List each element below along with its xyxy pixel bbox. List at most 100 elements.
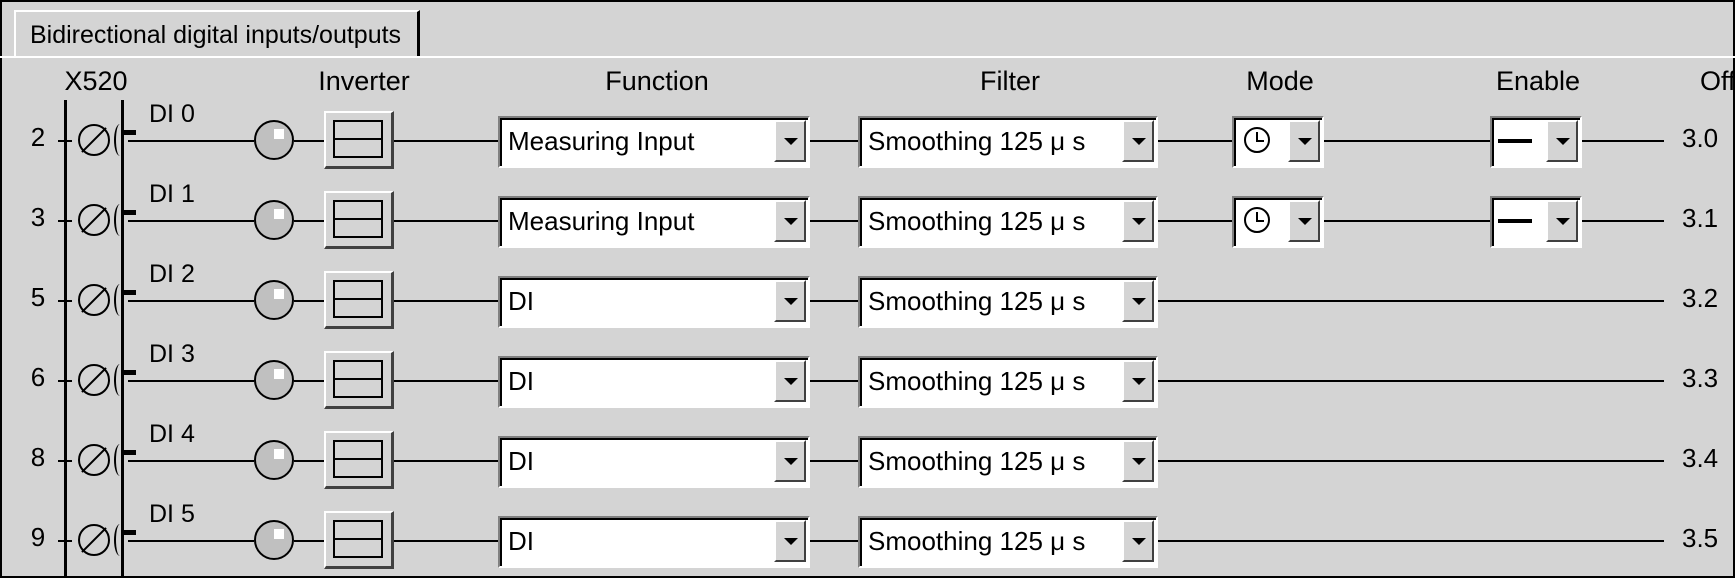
signal-wire xyxy=(1324,140,1490,142)
filter-dropdown[interactable]: Smoothing 125 μ s xyxy=(858,116,1158,168)
inverter-button[interactable] xyxy=(324,511,394,569)
signal-wire xyxy=(128,220,254,222)
pin-number: 3 xyxy=(30,202,46,232)
mode-dropdown[interactable] xyxy=(1232,196,1324,248)
signal-wire xyxy=(294,460,324,462)
signal-wire xyxy=(1324,220,1490,222)
offset-value: 3.3 xyxy=(1682,363,1719,393)
function-dropdown[interactable]: Measuring Input xyxy=(498,196,810,248)
signal-wire xyxy=(1158,460,1664,462)
chevron-down-icon[interactable] xyxy=(1288,120,1320,162)
filter-dropdown[interactable]: Smoothing 125 μ s xyxy=(858,356,1158,408)
offset-value: 3.0 xyxy=(1682,123,1719,153)
signal-wire xyxy=(294,300,324,302)
inverter-icon xyxy=(333,360,383,398)
io-row: 9 DI 5 DI Smoothing 125 μ s 3.5 xyxy=(0,0,1735,569)
clock-icon xyxy=(1244,127,1270,153)
function-dropdown[interactable]: DI xyxy=(498,276,810,328)
combo-inset xyxy=(500,438,808,486)
digital-io-panel: Bidirectional digital inputs/outputs X52… xyxy=(0,0,1735,578)
pin-wire xyxy=(58,460,72,462)
terminal-screw-icon xyxy=(78,364,110,396)
chevron-down-icon[interactable] xyxy=(774,280,806,322)
status-led-icon xyxy=(254,120,294,160)
signal-wire xyxy=(1582,140,1664,142)
signal-wire xyxy=(394,300,498,302)
terminal-contact-icon xyxy=(114,364,126,396)
chevron-down-icon[interactable] xyxy=(1546,200,1578,242)
status-led-icon xyxy=(254,200,294,240)
signal-wire xyxy=(810,460,858,462)
enable-dropdown[interactable] xyxy=(1490,196,1582,248)
function-value: DI xyxy=(508,286,534,316)
signal-wire xyxy=(394,460,498,462)
signal-wire xyxy=(128,140,254,142)
inverter-button[interactable] xyxy=(324,351,394,409)
function-value: DI xyxy=(508,366,534,396)
input-label: DI 5 xyxy=(149,500,195,528)
signal-wire xyxy=(1582,220,1664,222)
signal-wire xyxy=(394,140,498,142)
signal-wire xyxy=(810,300,858,302)
input-label: DI 0 xyxy=(149,100,195,128)
mode-dropdown[interactable] xyxy=(1232,116,1324,168)
pin-wire xyxy=(58,220,72,222)
inverter-button[interactable] xyxy=(324,191,394,249)
inverter-button[interactable] xyxy=(324,111,394,169)
signal-wire xyxy=(394,220,498,222)
connector-stub xyxy=(124,290,136,295)
function-value: Measuring Input xyxy=(508,126,695,156)
chevron-down-icon[interactable] xyxy=(1122,280,1154,322)
function-dropdown[interactable]: Measuring Input xyxy=(498,116,810,168)
signal-wire xyxy=(1158,540,1664,542)
signal-wire xyxy=(810,140,858,142)
chevron-down-icon[interactable] xyxy=(1122,360,1154,402)
combo-inset xyxy=(500,278,808,326)
connector-stub xyxy=(124,450,136,455)
filter-value: Smoothing 125 μ s xyxy=(868,526,1086,556)
chevron-down-icon[interactable] xyxy=(774,520,806,562)
inverter-icon xyxy=(333,120,383,158)
filter-dropdown[interactable]: Smoothing 125 μ s xyxy=(858,276,1158,328)
inverter-icon xyxy=(333,440,383,478)
signal-wire xyxy=(294,540,324,542)
signal-wire xyxy=(1158,140,1232,142)
enable-dropdown[interactable] xyxy=(1490,116,1582,168)
line-icon xyxy=(1498,139,1532,143)
chevron-down-icon[interactable] xyxy=(774,200,806,242)
chevron-down-icon[interactable] xyxy=(1288,200,1320,242)
filter-value: Smoothing 125 μ s xyxy=(868,446,1086,476)
chevron-down-icon[interactable] xyxy=(774,440,806,482)
chevron-down-icon[interactable] xyxy=(1546,120,1578,162)
function-dropdown[interactable]: DI xyxy=(498,356,810,408)
filter-value: Smoothing 125 μ s xyxy=(868,126,1086,156)
terminal-block-x520 xyxy=(64,100,124,578)
pin-number: 9 xyxy=(30,522,46,552)
combo-inset xyxy=(500,518,808,566)
filter-dropdown[interactable]: Smoothing 125 μ s xyxy=(858,196,1158,248)
inverter-button[interactable] xyxy=(324,271,394,329)
filter-dropdown[interactable]: Smoothing 125 μ s xyxy=(858,516,1158,568)
inverter-icon xyxy=(333,280,383,318)
offset-value: 3.1 xyxy=(1682,203,1719,233)
chevron-down-icon[interactable] xyxy=(774,360,806,402)
inverter-button[interactable] xyxy=(324,431,394,489)
terminal-contact-icon xyxy=(114,204,126,236)
function-dropdown[interactable]: DI xyxy=(498,516,810,568)
function-dropdown[interactable]: DI xyxy=(498,436,810,488)
chevron-down-icon[interactable] xyxy=(1122,520,1154,562)
chevron-down-icon[interactable] xyxy=(1122,120,1154,162)
filter-value: Smoothing 125 μ s xyxy=(868,366,1086,396)
status-led-icon xyxy=(254,360,294,400)
signal-wire xyxy=(810,380,858,382)
chevron-down-icon[interactable] xyxy=(1122,440,1154,482)
chevron-down-icon[interactable] xyxy=(1122,200,1154,242)
signal-wire xyxy=(394,540,498,542)
signal-wire xyxy=(810,540,858,542)
input-label: DI 2 xyxy=(149,260,195,288)
terminal-screw-icon xyxy=(78,444,110,476)
chevron-down-icon[interactable] xyxy=(774,120,806,162)
terminal-contact-icon xyxy=(114,124,126,156)
filter-dropdown[interactable]: Smoothing 125 μ s xyxy=(858,436,1158,488)
signal-wire xyxy=(128,540,254,542)
